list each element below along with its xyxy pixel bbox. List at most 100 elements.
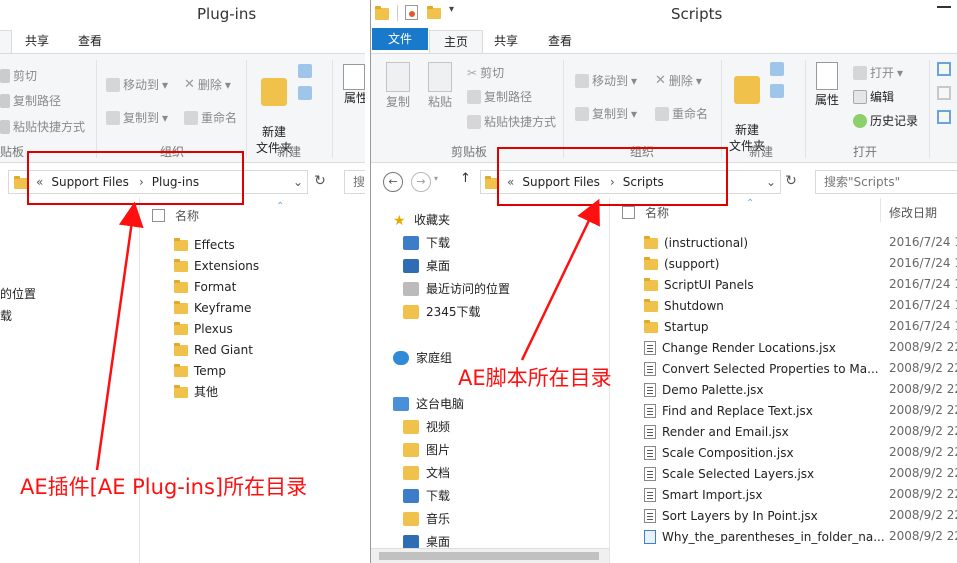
paste-button[interactable]: 粘贴 [425,62,455,110]
search-input[interactable]: 搜索"Scripts" [815,170,957,194]
refresh-icon[interactable]: ↻ [781,172,801,192]
nav-item[interactable]: 文档 [403,464,450,481]
breadcrumb-overflow[interactable]: « [507,175,514,189]
list-item[interactable]: Red Giant [174,339,253,360]
list-item[interactable]: Why_the_parentheses_in_folder_na... [644,526,885,547]
properties-button[interactable]: 属性 [812,62,842,108]
breadcrumb-plug-ins[interactable]: Plug-ins [152,175,199,189]
list-item[interactable]: Render and Email.jsx [644,421,789,442]
column-header-name[interactable]: 名称 ⌃ [622,198,754,221]
new-folder-button[interactable]: 新建 文件夹 [726,60,768,154]
scrollbar-thumb[interactable] [379,552,599,560]
nav-this-pc[interactable]: 这台电脑 [393,395,464,412]
list-item[interactable]: Temp [174,360,226,381]
list-item[interactable]: Format [174,276,236,297]
select-all-checkbox[interactable] [152,209,165,222]
nav-homegroup[interactable]: 家庭组 [393,349,452,366]
delete-button[interactable]: ✕ 删除 ▾ [184,76,231,93]
rename-button[interactable]: 重命名 [184,109,237,126]
tab-view[interactable]: 查看 [64,30,116,54]
rename-button[interactable]: 重命名 [655,105,708,122]
new-folder-icon[interactable] [427,6,441,19]
delete-button[interactable]: ✕ 删除 ▾ [655,72,702,89]
chevron-down-icon[interactable]: ⌄ [766,175,776,189]
nav-favorites[interactable]: ★ 收藏夹 [393,211,450,229]
tab-share[interactable]: 共享 [11,30,63,54]
cut-button[interactable]: ✂ 剪切 [467,64,504,81]
list-item[interactable]: Change Render Locations.jsx [644,337,836,358]
list-item[interactable]: Convert Selected Properties to Ma... [644,358,879,379]
up-icon[interactable]: ↑ [460,171,471,186]
history-button[interactable]: 历史记录 [853,112,918,129]
properties-icon[interactable] [405,5,418,20]
back-icon[interactable]: ← [383,172,403,192]
address-bar[interactable]: « Support Files › Scripts ⌄ [480,170,781,194]
cut-button[interactable]: 剪切 [0,67,37,84]
horizontal-scrollbar[interactable] [371,548,609,563]
list-item[interactable]: Effects [174,234,235,255]
invert-selection-icon[interactable] [937,110,951,124]
column-header-date[interactable]: 修改日期 [889,204,937,221]
nav-item[interactable]: 2345下载 [403,303,481,320]
paste-shortcut-button[interactable]: 粘贴快捷方式 [0,118,85,135]
forward-icon[interactable]: → [411,172,431,192]
list-item[interactable]: Shutdown [644,295,724,316]
select-all-icon[interactable] [937,62,951,76]
move-to-button[interactable]: 移动到 ▾ [106,76,168,93]
list-item[interactable]: 其他 [174,381,218,402]
easy-access-button[interactable] [298,86,312,100]
minimize-icon[interactable] [937,6,951,8]
tab-file[interactable]: 文件 [372,28,429,50]
nav-item[interactable]: 下载 [403,487,450,504]
tab-view[interactable]: 查看 [534,30,586,54]
nav-item[interactable]: 音乐 [403,510,450,527]
move-to-button[interactable]: 移动到 ▾ [575,72,637,89]
breadcrumb-scripts[interactable]: Scripts [623,175,664,189]
column-header-name[interactable]: 名称 ⌃ [152,201,284,224]
list-item[interactable]: Smart Import.jsx [644,484,762,505]
list-item[interactable]: Scale Selected Layers.jsx [644,463,814,484]
list-item[interactable]: ScriptUI Panels [644,274,754,295]
copy-path-button[interactable]: 复制路径 [0,92,61,109]
copy-path-button[interactable]: 复制路径 [467,88,532,105]
nav-item[interactable]: 视频 [403,418,450,435]
new-item-button[interactable] [770,62,784,76]
new-item-button[interactable] [298,64,312,78]
nav-item-downloads[interactable]: 载 [0,307,12,324]
open-button[interactable]: 打开 ▾ [853,64,903,81]
chevron-down-icon[interactable]: ⌄ [293,175,303,189]
nav-item[interactable]: 桌面 [403,257,450,274]
new-folder-button[interactable]: 新建 文件夹 [253,62,295,156]
tab-share[interactable]: 共享 [480,30,532,54]
copy-button[interactable]: 复制 [383,62,413,110]
recent-locations-icon[interactable]: ▾ [434,174,438,183]
list-item[interactable]: Sort Layers by In Point.jsx [644,505,818,526]
refresh-icon[interactable]: ↻ [310,172,330,192]
search-input[interactable]: 搜 [344,170,365,194]
breadcrumb-support-files[interactable]: Support Files [51,175,129,189]
list-item[interactable]: Plexus [174,318,233,339]
copy-to-button[interactable]: 复制到 ▾ [106,109,168,126]
edit-button[interactable]: 编辑 [853,88,894,105]
nav-item[interactable]: 图片 [403,441,450,458]
customize-toolbar-icon[interactable]: ▾ [449,4,454,15]
copy-to-button[interactable]: 复制到 ▾ [575,105,637,122]
tab-home[interactable]: 主页 [429,30,484,55]
properties-button[interactable]: 属性 [343,64,365,106]
list-item[interactable]: Keyframe [174,297,251,318]
nav-item[interactable]: 下载 [403,234,450,251]
paste-shortcut-button[interactable]: 粘贴快捷方式 [467,113,556,130]
select-all-checkbox[interactable] [622,206,635,219]
nav-item[interactable]: 最近访问的位置 [403,280,510,297]
list-item[interactable]: (instructional) [644,232,748,253]
easy-access-button[interactable] [770,84,784,98]
list-item[interactable]: Scale Composition.jsx [644,442,794,463]
breadcrumb-support-files[interactable]: Support Files [522,175,600,189]
nav-item-recent[interactable]: 的位置 [0,285,36,302]
list-item[interactable]: Demo Palette.jsx [644,379,764,400]
address-bar[interactable]: « Support Files › Plug-ins ⌄ [8,170,308,194]
select-none-icon[interactable] [937,86,951,100]
list-item[interactable]: Find and Replace Text.jsx [644,400,813,421]
list-item[interactable]: (support) [644,253,719,274]
list-item[interactable]: Extensions [174,255,259,276]
